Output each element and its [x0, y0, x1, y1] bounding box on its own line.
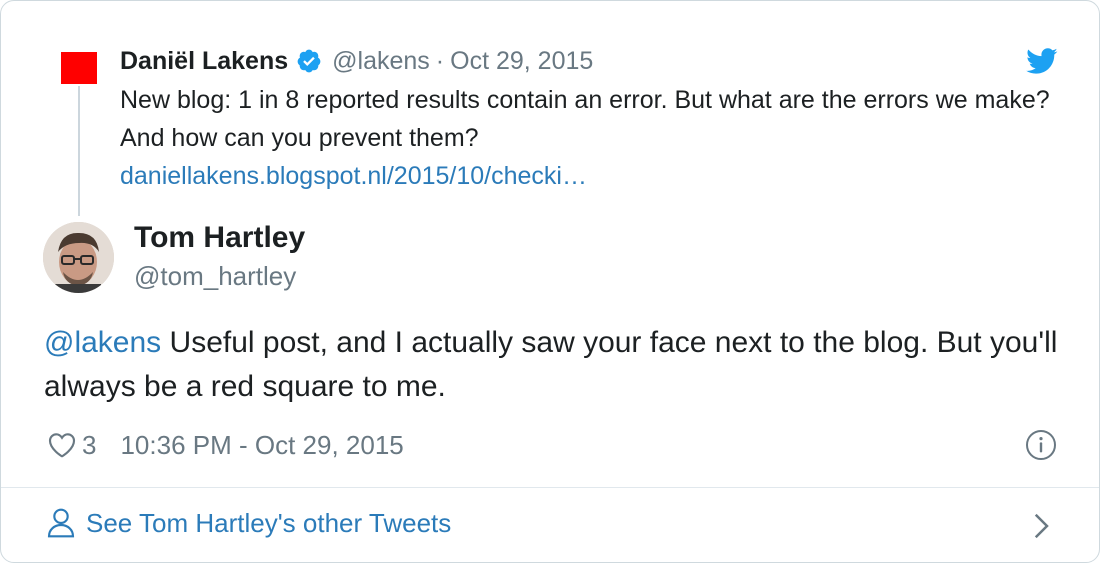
tweet-footer: 3 10:36 PM - Oct 29, 2015 [46, 429, 404, 461]
mention-link[interactable]: @lakens [44, 326, 161, 359]
parent-tweet: Daniël Lakens @lakens · Oct 29, 2015 New… [120, 45, 1060, 195]
author-info: Tom Hartley @tom_hartley [134, 218, 305, 294]
like-count: 3 [82, 429, 97, 460]
thread-connector-line [78, 86, 80, 216]
parent-author-name[interactable]: Daniël Lakens [120, 47, 288, 76]
parent-tweet-header: Daniël Lakens @lakens · Oct 29, 2015 [120, 45, 1060, 77]
author-name[interactable]: Tom Hartley [134, 218, 305, 258]
tweet-text: @lakens Useful post, and I actually saw … [44, 321, 1064, 409]
info-icon[interactable] [1025, 429, 1057, 461]
see-other-tweets-link[interactable]: See Tom Hartley's other Tweets [46, 507, 451, 539]
author-handle[interactable]: @tom_hartley [134, 258, 305, 294]
parent-tweet-text: New blog: 1 in 8 reported results contai… [120, 86, 1050, 152]
embedded-tweet-card: Daniël Lakens @lakens · Oct 29, 2015 New… [0, 0, 1100, 563]
author-avatar[interactable] [43, 222, 114, 293]
header-separator: · [435, 46, 445, 75]
tweet-body: Useful post, and I actually saw your fac… [44, 326, 1058, 403]
person-icon [47, 508, 75, 538]
footer-divider [1, 487, 1099, 488]
chevron-right-icon[interactable] [1031, 511, 1053, 541]
parent-author-handle[interactable]: @lakens [332, 47, 430, 76]
parent-tweet-link[interactable]: daniellakens.blogspot.nl/2015/10/checki… [120, 157, 1060, 195]
parent-tweet-date[interactable]: Oct 29, 2015 [450, 47, 593, 76]
verified-badge-icon [297, 49, 321, 73]
twitter-bird-icon[interactable] [1026, 48, 1058, 75]
tweet-timestamp[interactable]: 10:36 PM - Oct 29, 2015 [120, 430, 403, 461]
parent-avatar[interactable] [61, 52, 97, 84]
see-other-tweets-label: See Tom Hartley's other Tweets [86, 507, 452, 538]
heart-icon[interactable] [46, 429, 78, 461]
author-avatar-image [43, 222, 114, 293]
